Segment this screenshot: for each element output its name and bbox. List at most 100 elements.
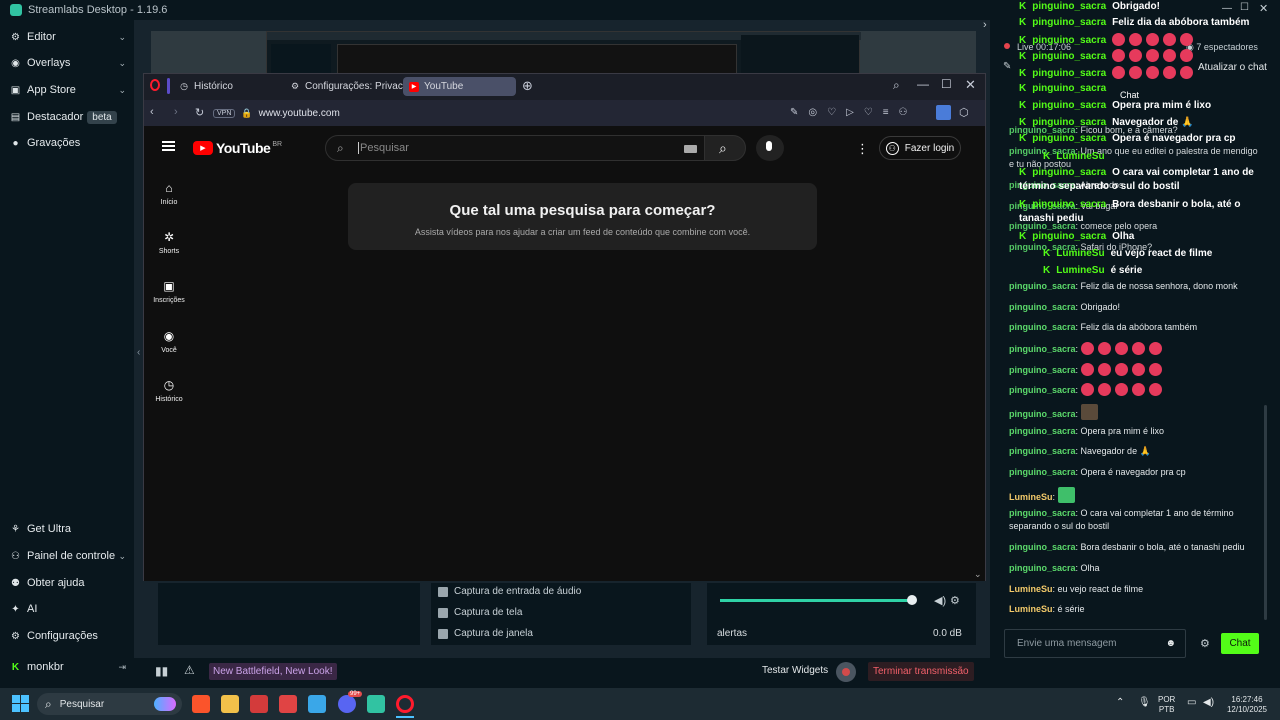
back-icon[interactable]: ‹ [150,106,154,118]
emote-icon [1114,363,1128,376]
vpn-badge[interactable]: VPN [213,108,236,118]
chat-username[interactable]: pinguino_sacra [1009,302,1076,312]
edit-icon[interactable]: ✎ [1003,61,1011,72]
youtube-logo[interactable]: ▶ YouTube BR [193,140,282,156]
keyboard-icon[interactable] [684,145,697,153]
rec-button[interactable] [836,662,856,682]
chat-username[interactable]: pinguino_sacra [1009,409,1076,419]
mixer-settings-icon[interactable]: ⚙ [950,594,960,607]
addressbar-actions[interactable]: ✎◎♡▷♡≡⚇ [790,107,918,118]
yt-nav-inscricoes[interactable]: ▣ Inscrições [150,279,188,304]
app-icon-3[interactable] [308,695,326,713]
yt-nav-inicio[interactable]: ⌂ Início [150,181,188,206]
sidebar-item-editor[interactable]: ⚙ Editor ⌄ [10,27,126,47]
chat-username[interactable]: pinguino_sacra [1009,563,1076,573]
file-explorer-icon[interactable] [221,695,239,713]
discord-icon[interactable] [338,695,356,713]
emote-icon [1146,49,1160,62]
volume-slider-track[interactable] [720,599,916,602]
windows-start-icon[interactable] [12,695,29,712]
collapse-chat-icon[interactable]: › [983,19,987,31]
sidebar-item-configuracoes[interactable]: ⚙ Configurações [10,626,126,646]
tab-youtube[interactable]: ▶ YouTube [403,77,516,96]
tray-expand-icon[interactable]: ⌃ [1116,697,1124,708]
yt-nav-historico[interactable]: ◷ Histórico [150,378,188,403]
chat-username[interactable]: pinguino_sacra [1009,365,1076,375]
opera-logo-icon[interactable] [150,79,160,91]
chat-username[interactable]: LumineSu [1009,492,1053,502]
chat-username[interactable]: pinguino_sacra [1009,426,1076,436]
clock[interactable]: 16:27:46 12/10/2025 [1222,695,1272,715]
overlay-chat-message: Kpinguino_sacra [1019,49,1275,64]
sidebar-item-ai[interactable]: ✦ AI [10,599,126,619]
extension-icon[interactable] [936,105,951,120]
chat-message: pinguino_sacra: Olha [1009,562,1264,575]
microphone-icon[interactable]: 🎙 [1138,697,1151,708]
app-icon-1[interactable] [250,695,268,713]
source-item-window[interactable]: Captura de janela [438,628,533,639]
sidebar-item-app-store[interactable]: ▣ App Store ⌄ [10,80,126,100]
chat-message-input[interactable]: Envie uma mensagem ☻ [1004,629,1186,658]
sidebar-item-overlays[interactable]: ◉ Overlays ⌄ [10,53,126,73]
extensions-menu-icon[interactable]: ⬡ [959,106,969,119]
url-field[interactable]: VPN 🔒 www.youtube.com [213,104,773,122]
sidebar-item-gravacoes[interactable]: ● Gravações [10,133,126,153]
sidebar-item-account[interactable]: K monkbr ⇥ [10,657,126,677]
volume-icon[interactable]: ◀) [1203,697,1214,708]
hamburger-menu-icon[interactable] [162,141,175,151]
chat-username[interactable]: pinguino_sacra [1009,467,1076,477]
youtube-search-input[interactable]: ⌕ Pesquisar [325,135,705,161]
alert-icon[interactable]: ⚠ [184,663,195,677]
more-options-icon[interactable]: ⋮ [856,141,869,157]
sidebar-item-ajuda[interactable]: ⚉ Obter ajuda [10,573,126,593]
promo-banner[interactable]: New Battlefield, New Look! [209,663,337,680]
source-item-screen[interactable]: Captura de tela [438,607,522,618]
opera-taskbar-icon[interactable] [396,695,414,713]
search-tabs-icon[interactable]: ⌕ [893,78,900,93]
sidebar-item-get-ultra[interactable]: ⚘ Get Ultra [10,519,126,539]
sidebar-item-destacador[interactable]: ▤ Destacador beta [10,107,126,127]
chat-settings-icon[interactable]: ⚙ [1200,637,1210,650]
overlay-chat-message: Kpinguino_sacra Olha [1019,230,1275,244]
chat-username[interactable]: pinguino_sacra [1009,344,1076,354]
chat-username[interactable]: pinguino_sacra [1009,281,1076,291]
streamlabs-taskbar-icon[interactable] [367,695,385,713]
performance-stats-icon[interactable]: ▮▮ [155,664,168,678]
collapse-left-icon[interactable]: ‹ [137,347,140,358]
yt-nav-shorts[interactable]: ✲ Shorts [150,230,188,255]
sidebar-item-painel[interactable]: ⚇ Painel de controle ⌄ [10,546,126,566]
end-stream-button[interactable]: Terminar transmissão [868,662,974,681]
chat-scrollbar[interactable] [1264,405,1267,620]
chat-username[interactable]: pinguino_sacra [1009,446,1076,456]
voice-search-button[interactable] [756,135,784,161]
emoji-icon[interactable]: ☻ [1165,638,1176,649]
send-chat-button[interactable]: Chat [1221,633,1259,654]
keyboard-language[interactable]: POR PTB [1158,695,1175,715]
chat-username[interactable]: pinguino_sacra [1009,322,1076,332]
yt-nav-voce[interactable]: ◉ Você [150,329,188,354]
app-icon-2[interactable] [279,695,297,713]
maximize-icon[interactable]: ☐ [941,77,952,91]
chat-username[interactable]: LumineSu [1009,604,1053,614]
test-widgets-button[interactable]: Testar Widgets [762,665,828,676]
tab-historico[interactable]: ◷ Histórico [173,77,239,96]
brave-icon[interactable] [192,695,210,713]
logout-icon[interactable]: ⇥ [118,662,126,673]
youtube-search-button[interactable]: ⌕ [704,135,746,161]
reload-icon[interactable]: ↻ [195,106,204,119]
source-item-audio-input[interactable]: Captura de entrada de áudio [438,586,581,597]
taskbar-search[interactable]: ⌕ Pesquisar [37,693,182,715]
chat-username[interactable]: pinguino_sacra [1009,508,1076,518]
chat-username[interactable]: pinguino_sacra [1009,542,1076,552]
new-tab-icon[interactable]: ⊕ [522,78,533,94]
speaker-icon[interactable]: ◀) [934,594,946,607]
chat-username[interactable]: pinguino_sacra [1009,385,1076,395]
login-button[interactable]: ⚇ Fazer login [879,136,961,160]
minimize-icon[interactable]: — [917,77,929,91]
scroll-down-icon[interactable]: ⌄ [974,569,982,580]
overlay-chat-message: K LumineSu [1043,150,1275,164]
network-icon[interactable]: ▭ [1187,697,1196,708]
close-icon[interactable]: ✕ [965,77,976,93]
chat-username[interactable]: LumineSu [1009,584,1053,594]
forward-icon[interactable]: › [174,106,178,118]
